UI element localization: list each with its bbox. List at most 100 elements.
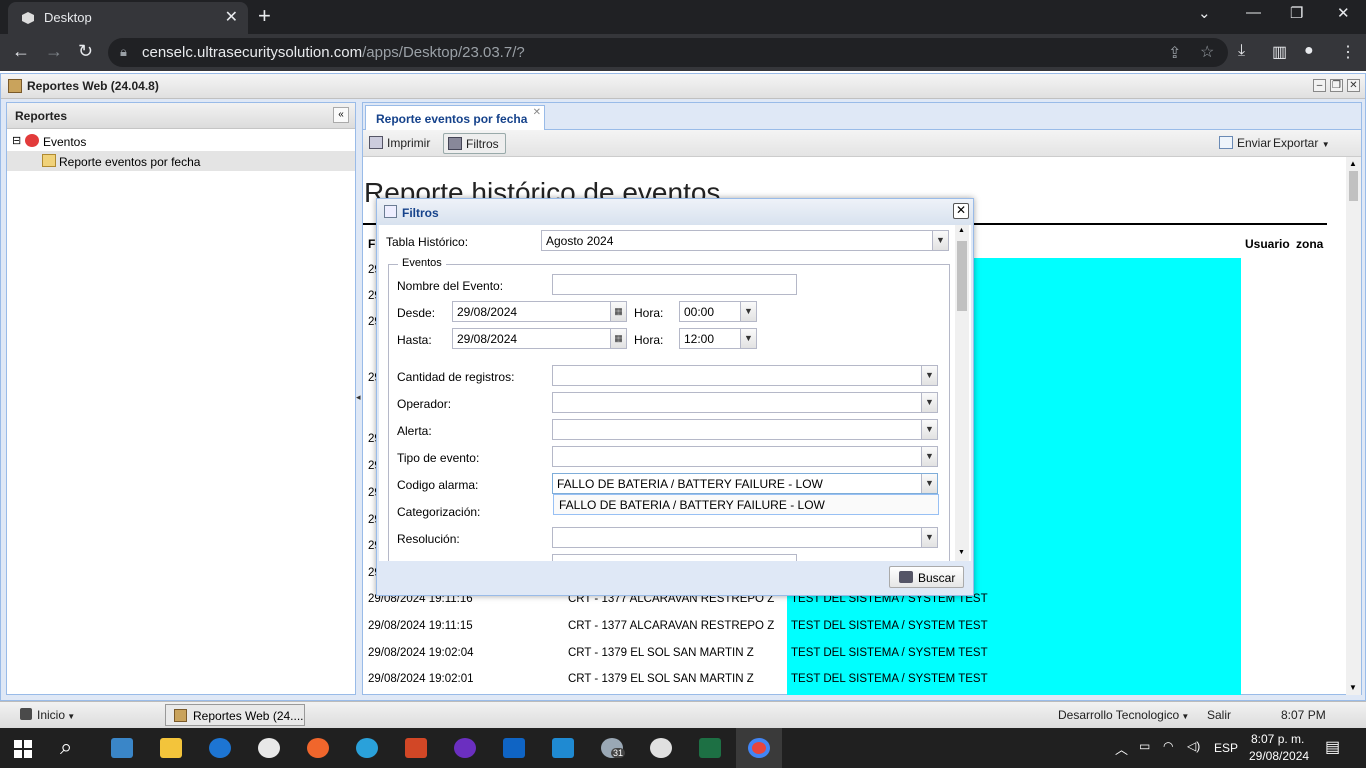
- hasta-hora-select[interactable]: 12:00 ▼: [679, 328, 757, 349]
- file-explorer-icon[interactable]: [160, 738, 182, 758]
- bookmark-star-icon[interactable]: ☆: [1200, 42, 1214, 62]
- url-bar[interactable]: 🔒︎ censelc.ultrasecuritysolution.com/app…: [108, 38, 1228, 67]
- edge-icon[interactable]: [209, 738, 231, 758]
- tree-expander-icon[interactable]: ⊟: [12, 134, 21, 147]
- scroll-up-icon[interactable]: ▲: [958, 227, 965, 234]
- taskview-icon[interactable]: [111, 738, 133, 758]
- tipo-evento-select[interactable]: ▼: [552, 446, 938, 467]
- desde-hora-select[interactable]: 00:00 ▼: [679, 301, 757, 322]
- inicio-button[interactable]: Inicio ▼: [37, 708, 75, 722]
- scroll-thumb[interactable]: [957, 241, 967, 311]
- chevron-down-icon[interactable]: ▼: [921, 474, 937, 493]
- desde-date-input[interactable]: 29/08/2024 ▦: [452, 301, 627, 322]
- codigo-alarma-option[interactable]: FALLO DE BATERIA / BATTERY FAILURE - LOW: [553, 494, 939, 515]
- chevron-down-icon[interactable]: ▼: [921, 366, 937, 385]
- clock-time[interactable]: 8:07 p. m.: [1251, 732, 1304, 746]
- app-restore-icon[interactable]: ❐: [1330, 79, 1343, 92]
- browser-tab[interactable]: Desktop ✕: [8, 2, 248, 34]
- menu-dots-icon[interactable]: ⋮: [1340, 42, 1356, 62]
- tab-reporte-eventos[interactable]: Reporte eventos por fecha ✕: [365, 105, 545, 130]
- resolucion-select[interactable]: ▼: [552, 527, 938, 548]
- report-scrollbar[interactable]: ▲ ▼: [1346, 157, 1361, 695]
- back-icon[interactable]: ←: [12, 41, 30, 62]
- scroll-down-icon[interactable]: ▼: [958, 549, 965, 556]
- hasta-date-input[interactable]: 29/08/2024 ▦: [452, 328, 627, 349]
- firefox-icon[interactable]: [307, 738, 329, 758]
- taskbar-item-reportes[interactable]: Reportes Web (24....: [165, 704, 305, 726]
- download-icon[interactable]: ⤓: [1238, 42, 1245, 60]
- clock-date[interactable]: 29/08/2024: [1249, 749, 1309, 763]
- tab-close-icon[interactable]: ✕: [225, 7, 238, 27]
- side-panel-icon[interactable]: ▥: [1272, 42, 1287, 62]
- notifications-icon[interactable]: ▤: [1325, 737, 1340, 757]
- minimize-icon[interactable]: —: [1246, 4, 1261, 21]
- exportar-button[interactable]: Exportar ▼: [1267, 133, 1336, 154]
- app-close-icon[interactable]: ✕: [1347, 79, 1360, 92]
- chevron-down-icon[interactable]: ▼: [921, 528, 937, 547]
- splitter-arrow-icon[interactable]: ◂: [356, 392, 361, 403]
- salir-button[interactable]: Salir: [1207, 708, 1231, 722]
- tab-close-icon[interactable]: ✕: [533, 107, 541, 118]
- volume-icon[interactable]: ◁): [1187, 739, 1200, 753]
- fieldset-legend: Eventos: [398, 257, 446, 269]
- share-icon[interactable]: ⇪: [1168, 43, 1181, 63]
- alerta-select[interactable]: ▼: [552, 419, 938, 440]
- vscode-icon[interactable]: [552, 738, 574, 758]
- scroll-up-icon[interactable]: ▲: [1349, 159, 1357, 168]
- chevron-down-icon[interactable]: ▼: [740, 302, 756, 321]
- tray-chevron-icon[interactable]: ︿: [1115, 739, 1128, 758]
- cantidad-registros-select[interactable]: ▼: [552, 365, 938, 386]
- calendar-icon[interactable]: ▦: [610, 329, 626, 348]
- reload-icon[interactable]: ↻: [78, 41, 93, 62]
- chevron-down-icon[interactable]: ▼: [921, 420, 937, 439]
- calendar-icon[interactable]: ▦: [610, 302, 626, 321]
- partial-input[interactable]: [552, 554, 797, 561]
- profile-icon[interactable]: ●: [1304, 42, 1314, 60]
- operador-select[interactable]: ▼: [552, 392, 938, 413]
- nombre-evento-input[interactable]: [552, 274, 797, 295]
- chrome-icon[interactable]: [748, 738, 770, 758]
- tabla-label: Tabla Histórico:: [386, 235, 469, 249]
- new-tab-icon[interactable]: +: [258, 3, 271, 29]
- scroll-thumb[interactable]: [1349, 171, 1358, 201]
- app-icon[interactable]: [258, 738, 280, 758]
- forward-icon[interactable]: →: [45, 41, 63, 62]
- search-icon[interactable]: ⌕: [60, 734, 72, 760]
- language-indicator[interactable]: ESP: [1214, 741, 1238, 755]
- chat-icon[interactable]: [650, 738, 672, 758]
- windows-start-icon[interactable]: [14, 740, 32, 758]
- tabla-historico-select[interactable]: Agosto 2024 ▼: [541, 230, 949, 251]
- tree-item-label: Eventos: [43, 135, 87, 149]
- chevron-down-icon[interactable]: ▼: [932, 231, 948, 250]
- wifi-icon[interactable]: ◠: [1163, 739, 1173, 753]
- codigo-alarma-select[interactable]: FALLO DE BATERIA / BATTERY FAILURE - LOW…: [552, 473, 938, 494]
- tab-title: Desktop: [44, 10, 92, 25]
- filtros-button[interactable]: Filtros: [443, 133, 506, 154]
- excel-icon[interactable]: [699, 738, 721, 758]
- outlook-icon[interactable]: [503, 738, 525, 758]
- tree-item-eventos[interactable]: ⊟ Eventos: [7, 131, 355, 151]
- messaging-icon[interactable]: 31: [601, 738, 626, 758]
- user-menu[interactable]: Desarrollo Tecnologico ▼: [1058, 708, 1189, 722]
- battery-icon[interactable]: ▭: [1139, 739, 1150, 753]
- close-window-icon[interactable]: ✕: [1337, 4, 1350, 22]
- column-header-zona: zona: [1296, 237, 1324, 251]
- tab-search-icon[interactable]: ⌄: [1198, 4, 1211, 22]
- tree-item-reporte-eventos[interactable]: Reporte eventos por fecha: [7, 151, 355, 171]
- scroll-down-icon[interactable]: ▼: [1349, 683, 1357, 692]
- telegram-icon[interactable]: [356, 738, 378, 758]
- vpn-icon[interactable]: [454, 738, 476, 758]
- dialog-scrollbar[interactable]: ▲ ▼: [955, 225, 969, 561]
- chevron-down-icon[interactable]: ▼: [921, 447, 937, 466]
- buscar-button[interactable]: Buscar: [889, 566, 964, 588]
- collapse-panel-icon[interactable]: «: [333, 107, 349, 123]
- inicio-icon: [20, 708, 32, 720]
- restore-icon[interactable]: ❐: [1290, 4, 1303, 22]
- chevron-down-icon[interactable]: ▼: [740, 329, 756, 348]
- imprimir-button[interactable]: Imprimir: [365, 133, 436, 154]
- chevron-down-icon[interactable]: ▼: [921, 393, 937, 412]
- app-minimize-icon[interactable]: –: [1313, 79, 1326, 92]
- powerpoint-icon[interactable]: [405, 738, 427, 758]
- row-date: 29/08/2024 19:02:04: [368, 647, 474, 659]
- dialog-close-button[interactable]: ✕: [953, 203, 969, 219]
